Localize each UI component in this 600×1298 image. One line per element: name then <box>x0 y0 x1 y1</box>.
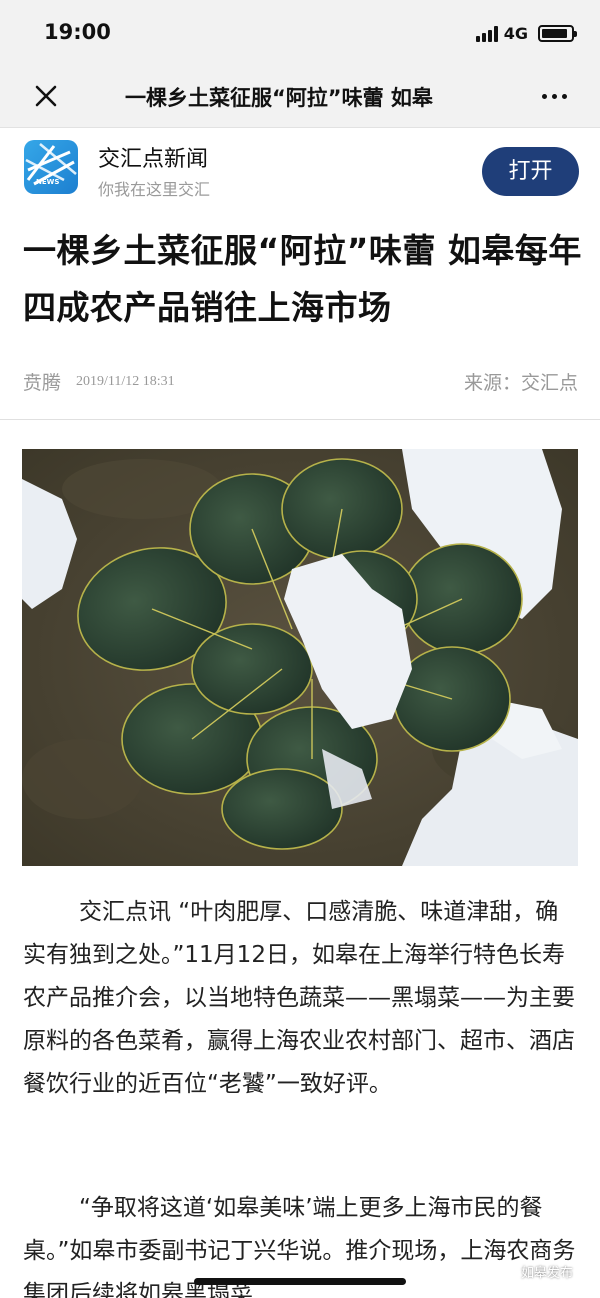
app-name: 交汇点新闻 <box>98 147 209 172</box>
watermark: 如皋发布 <box>500 1262 573 1281</box>
status-indicators: 4G <box>475 24 577 43</box>
close-icon[interactable] <box>30 80 62 112</box>
app-logo-text: NEWS <box>36 178 60 186</box>
network-label: 4G <box>503 24 528 43</box>
app-banner: NEWS 交汇点新闻 你我在这里交汇 打开 <box>0 128 600 212</box>
status-bar: 19:00 4G <box>0 0 600 62</box>
status-time: 19:00 <box>44 20 111 44</box>
wechat-icon <box>500 1264 518 1279</box>
nav-bar: 一棵乡土菜征服“阿拉”味蕾 如皋 <box>0 62 600 128</box>
nav-title: 一棵乡土菜征服“阿拉”味蕾 如皋 <box>125 86 433 110</box>
battery-fill <box>542 29 568 38</box>
signal-icon <box>475 25 498 42</box>
home-indicator[interactable] <box>194 1278 406 1285</box>
battery-icon <box>538 25 577 42</box>
watermark-text: 如皋发布 <box>521 1266 574 1281</box>
article-meta: 贲腾 2019/11/12 18:31 来源：交汇点 <box>0 366 600 406</box>
article-source: 来源：交汇点 <box>463 372 578 394</box>
vegetable-in-snow-photo[interactable] <box>22 449 578 866</box>
article-author[interactable]: 贲腾 <box>23 368 61 395</box>
meta-divider <box>0 419 600 420</box>
article-paragraph: 交汇点讯 “叶肉肥厚、口感清脆、味道津甜，确实有独到之处。”11月12日，如皋在… <box>23 899 575 1097</box>
article-title: 一棵乡土菜征服“阿拉”味蕾 如皋每年四成农产品销往上海市场 <box>23 231 582 327</box>
open-app-button[interactable]: 打开 <box>482 147 579 196</box>
app-logo-icon: NEWS <box>24 140 78 194</box>
more-dots-icon[interactable] <box>538 84 570 108</box>
app-slogan: 你我在这里交汇 <box>98 180 211 199</box>
article-date: 2019/11/12 18:31 <box>76 374 175 389</box>
